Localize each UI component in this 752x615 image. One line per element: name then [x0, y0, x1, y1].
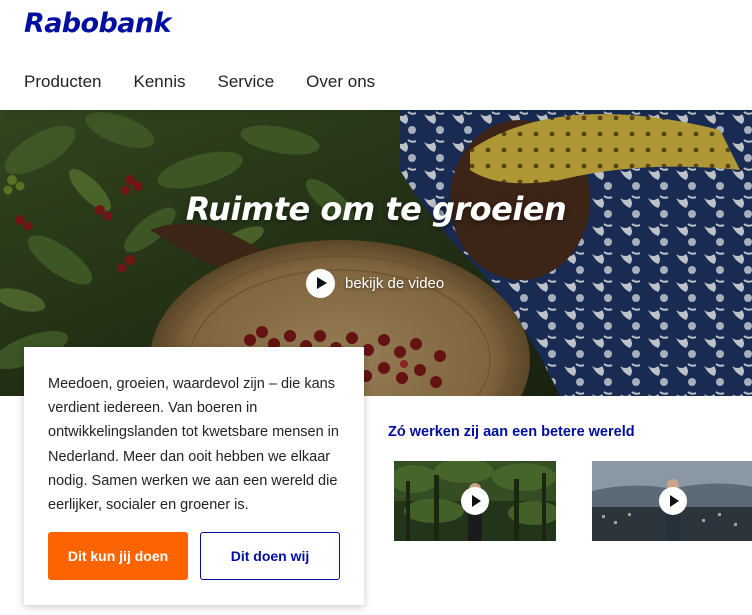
hero-title: Ruimte om te groeien [185, 190, 567, 228]
site-header: Rabobank Producten Kennis Service Over o… [0, 0, 752, 110]
nav-item-producten[interactable]: Producten [24, 72, 102, 92]
intro-card: Meedoen, groeien, waardevol zijn – die k… [24, 347, 364, 605]
nav-item-kennis[interactable]: Kennis [134, 72, 186, 92]
dit-doen-wij-button[interactable]: Dit doen wij [200, 532, 340, 580]
watch-video-label: bekijk de video [345, 275, 445, 292]
rabobank-logo[interactable]: Rabobank [24, 8, 171, 39]
play-icon [461, 487, 489, 515]
nav-item-service[interactable]: Service [217, 72, 274, 92]
dit-kun-jij-doen-button[interactable]: Dit kun jij doen [48, 532, 188, 580]
play-icon [306, 269, 335, 298]
watch-video-button[interactable]: bekijk de video [306, 269, 444, 298]
intro-text: Meedoen, groeien, waardevol zijn – die k… [48, 376, 339, 514]
video-thumbnail-1[interactable] [394, 461, 556, 541]
main-nav: Producten Kennis Service Over ons [24, 72, 407, 92]
nav-item-over-ons[interactable]: Over ons [306, 72, 375, 92]
videos-heading: Zó werken zij aan een betere wereld [388, 424, 635, 440]
video-thumbnail-2[interactable] [592, 461, 752, 541]
play-icon [659, 487, 687, 515]
